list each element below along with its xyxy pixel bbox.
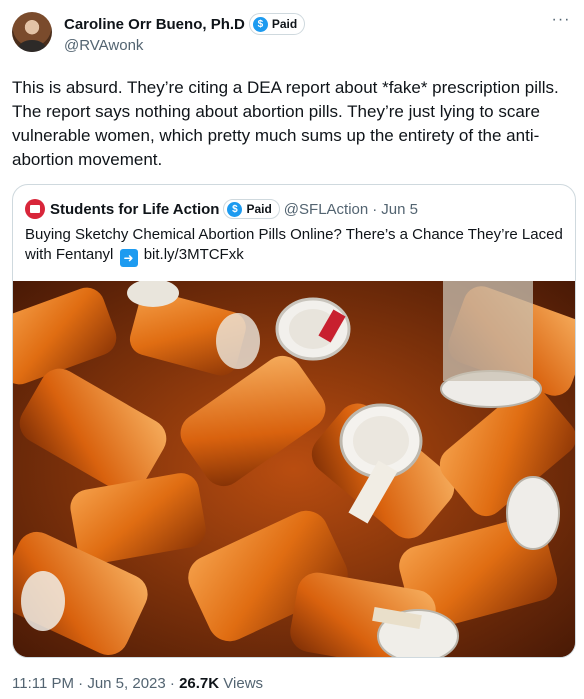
tweet-date[interactable]: Jun 5, 2023	[87, 675, 165, 692]
quoted-author-handle[interactable]: @SFLAction	[284, 201, 368, 218]
pill-bottles-photo[interactable]	[13, 281, 575, 657]
tweet-header: Caroline Orr Bueno, Ph.D $ Paid @RVAwonk…	[12, 12, 572, 56]
quoted-paid-badge-label: Paid	[246, 202, 272, 216]
author-avatar[interactable]	[12, 12, 52, 52]
author-name-row: Caroline Orr Bueno, Ph.D $ Paid	[64, 13, 306, 35]
separator-dot: ·	[372, 200, 378, 218]
author-display-name[interactable]: Caroline Orr Bueno, Ph.D	[64, 16, 245, 33]
quoted-tweet-header: Students for Life Action $ Paid @SFLActi…	[25, 199, 418, 219]
separator-dot: ·	[169, 675, 175, 692]
quoted-tweet-text: Buying Sketchy Chemical Abortion Pills O…	[25, 225, 565, 267]
paid-badge-label: Paid	[271, 17, 298, 31]
tweet-text: This is absurd. They’re citing a DEA rep…	[12, 78, 559, 169]
separator-dot: ·	[78, 675, 84, 692]
tweet-meta: 11:11 PM · Jun 5, 2023 · 26.7K Views	[12, 675, 263, 692]
quoted-paid-badge[interactable]: $ Paid	[223, 199, 280, 219]
arrow-right-icon: ➜	[119, 249, 138, 267]
views-count[interactable]: 26.7K	[179, 675, 219, 692]
quoted-tweet-date[interactable]: Jun 5	[381, 201, 418, 218]
quoted-author-avatar[interactable]	[25, 199, 45, 219]
author-handle[interactable]: @RVAwonk	[64, 37, 305, 54]
author-paid-badge[interactable]: $ Paid	[248, 13, 306, 35]
quoted-tweet-body: Buying Sketchy Chemical Abortion Pills O…	[25, 226, 563, 263]
dollar-icon: $	[252, 16, 268, 32]
more-options-icon[interactable]: ···	[550, 12, 572, 32]
pill-bottles-illustration	[13, 281, 575, 657]
dollar-icon: $	[227, 201, 243, 217]
quoted-author-name[interactable]: Students for Life Action	[50, 201, 219, 218]
quoted-tweet-link[interactable]: bit.ly/3MTCFxk	[144, 246, 244, 263]
author-info: Caroline Orr Bueno, Ph.D $ Paid @RVAwonk	[64, 13, 306, 54]
tweet-time[interactable]: 11:11 PM	[12, 675, 74, 692]
tweet: Caroline Orr Bueno, Ph.D $ Paid @RVAwonk…	[0, 0, 584, 699]
views-label: Views	[223, 675, 264, 692]
quoted-tweet[interactable]: Students for Life Action $ Paid @SFLActi…	[12, 184, 576, 658]
